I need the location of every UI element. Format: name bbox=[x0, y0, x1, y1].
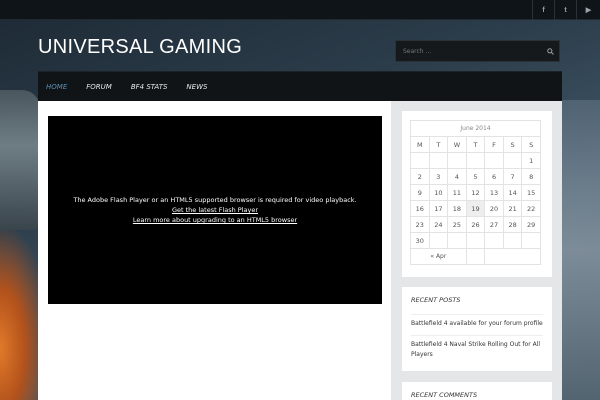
recent-post-link[interactable]: Battlefield 4 Naval Strike Rolling Out f… bbox=[411, 335, 543, 366]
recent-comments-widget: RECENT COMMENTS bbox=[402, 382, 552, 400]
calendar-day: 20 bbox=[484, 200, 504, 217]
calendar-empty-cell bbox=[410, 152, 430, 169]
calendar-day-header: T bbox=[428, 136, 449, 153]
nav-item-bf4-stats[interactable]: BF4 STATS bbox=[131, 83, 168, 91]
calendar-empty-cell bbox=[484, 152, 504, 169]
calendar-day-header: S bbox=[502, 136, 523, 153]
top-bar: f t ▶ bbox=[0, 0, 600, 20]
calendar-day: 12 bbox=[465, 184, 486, 201]
calendar-day: 2 bbox=[410, 168, 430, 185]
calendar-empty-cell bbox=[428, 232, 449, 249]
background-robot-art bbox=[0, 90, 40, 230]
calendar-day: 5 bbox=[465, 168, 486, 185]
calendar-empty-cell bbox=[502, 232, 523, 249]
calendar-day: 18 bbox=[447, 200, 467, 217]
calendar-empty-cell bbox=[428, 152, 449, 169]
recent-post-link[interactable]: Battlefield 4 available for your forum p… bbox=[411, 314, 543, 335]
calendar-empty-cell bbox=[465, 152, 486, 169]
calendar-day: 15 bbox=[521, 184, 541, 201]
calendar-empty-cell bbox=[521, 232, 541, 249]
youtube-icon[interactable]: ▶ bbox=[576, 0, 600, 20]
calendar-day-header: W bbox=[447, 136, 467, 153]
recent-posts-title: RECENT POSTS bbox=[411, 296, 461, 304]
calendar-day: 21 bbox=[502, 200, 523, 217]
calendar-day: 24 bbox=[428, 216, 449, 233]
calendar-day: 8 bbox=[521, 168, 541, 185]
recent-comments-title: RECENT COMMENTS bbox=[411, 391, 478, 399]
calendar-day: 30 bbox=[410, 232, 430, 249]
calendar-empty-cell bbox=[465, 232, 486, 249]
calendar-day: 11 bbox=[447, 184, 467, 201]
main-content: The Adobe Flash Player or an HTML5 suppo… bbox=[38, 101, 391, 400]
get-flash-link[interactable]: Get the latest Flash Player bbox=[172, 205, 258, 215]
video-player[interactable]: The Adobe Flash Player or an HTML5 suppo… bbox=[48, 116, 382, 304]
calendar-day-header: M bbox=[410, 136, 430, 153]
calendar-day: 3 bbox=[428, 168, 449, 185]
calendar-day-header: F bbox=[484, 136, 504, 153]
search-icon[interactable] bbox=[541, 41, 559, 61]
recent-posts-widget: RECENT POSTS Battlefield 4 available for… bbox=[402, 287, 552, 371]
calendar-footer-cell bbox=[484, 248, 541, 265]
calendar-day-header: S bbox=[521, 136, 541, 153]
calendar-day: 7 bbox=[502, 168, 523, 185]
calendar-day: 19 bbox=[465, 200, 486, 217]
main-nav: HOME FORUM BF4 STATS NEWS bbox=[38, 71, 562, 101]
calendar-empty-cell bbox=[447, 152, 467, 169]
html5-upgrade-link[interactable]: Learn more about upgrading to an HTML5 b… bbox=[133, 215, 297, 225]
calendar-day: 22 bbox=[521, 200, 541, 217]
facebook-icon[interactable]: f bbox=[532, 0, 554, 20]
calendar: June 2014 M T W T F S S 1 2 3 4 5 6 7 8 9 10 11 12 1… bbox=[410, 120, 541, 265]
nav-item-news[interactable]: NEWS bbox=[186, 83, 207, 91]
calendar-empty-cell bbox=[502, 152, 523, 169]
social-links: f t ▶ bbox=[532, 0, 600, 20]
calendar-day: 26 bbox=[465, 216, 486, 233]
calendar-caption: June 2014 bbox=[410, 120, 541, 136]
background-right-art bbox=[562, 100, 600, 400]
flash-required-message: The Adobe Flash Player or an HTML5 suppo… bbox=[73, 196, 357, 204]
calendar-day: 25 bbox=[447, 216, 467, 233]
calendar-day: 23 bbox=[410, 216, 430, 233]
twitter-icon[interactable]: t bbox=[554, 0, 576, 20]
calendar-day: 16 bbox=[410, 200, 430, 217]
calendar-day: 6 bbox=[484, 168, 504, 185]
search-box bbox=[395, 40, 560, 62]
calendar-day: 13 bbox=[484, 184, 504, 201]
search-input[interactable] bbox=[396, 41, 541, 61]
calendar-empty-cell bbox=[484, 232, 504, 249]
calendar-day: 4 bbox=[447, 168, 467, 185]
calendar-day: 1 bbox=[521, 152, 541, 169]
site-title[interactable]: UNIVERSAL GAMING bbox=[38, 36, 242, 59]
sidebar: June 2014 M T W T F S S 1 2 3 4 5 6 7 8 9 10 11 12 1… bbox=[391, 101, 562, 400]
calendar-day: 27 bbox=[484, 216, 504, 233]
calendar-day: 28 bbox=[502, 216, 523, 233]
calendar-day: 9 bbox=[410, 184, 430, 201]
calendar-day-header: T bbox=[465, 136, 486, 153]
calendar-widget: June 2014 M T W T F S S 1 2 3 4 5 6 7 8 9 10 11 12 1… bbox=[402, 111, 552, 277]
calendar-prev-link[interactable]: « Apr bbox=[410, 248, 467, 265]
calendar-empty-cell bbox=[447, 232, 467, 249]
nav-item-home[interactable]: HOME bbox=[46, 83, 67, 91]
nav-item-forum[interactable]: FORUM bbox=[86, 83, 112, 91]
calendar-footer-cell bbox=[465, 248, 486, 265]
calendar-day: 29 bbox=[521, 216, 541, 233]
calendar-day: 14 bbox=[502, 184, 523, 201]
calendar-day: 17 bbox=[428, 200, 449, 217]
calendar-day: 10 bbox=[428, 184, 449, 201]
